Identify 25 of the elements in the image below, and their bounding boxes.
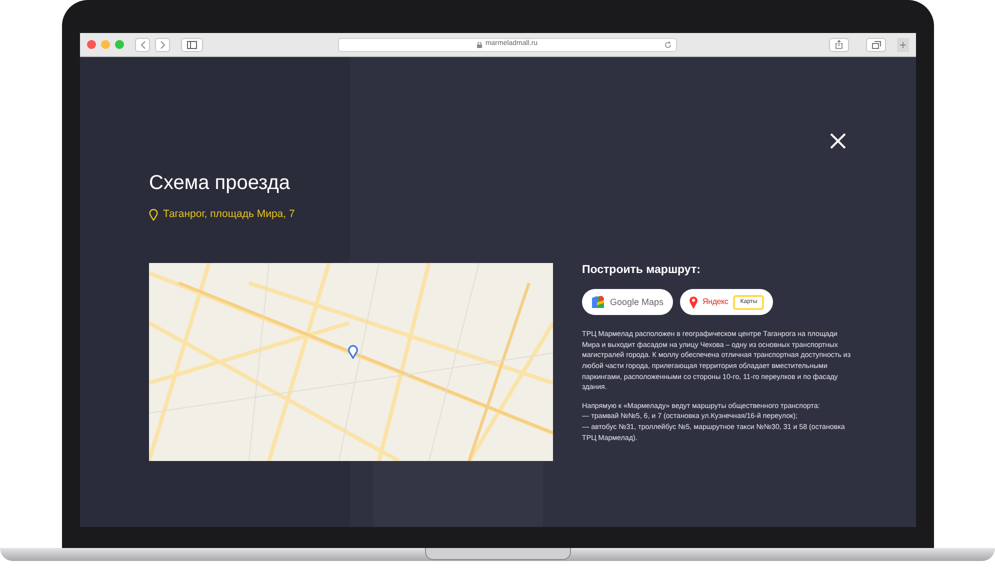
modal-title: Схема проезда <box>149 171 292 195</box>
share-icon <box>835 40 843 49</box>
tabs-button[interactable] <box>866 38 886 52</box>
google-maps-button[interactable]: Google Maps <box>582 289 673 316</box>
map-pin-icon <box>688 296 698 309</box>
chevron-left-icon <box>140 40 146 48</box>
sidebar-icon <box>187 40 197 48</box>
tabs-icon <box>872 40 880 48</box>
map-pin-icon <box>348 344 358 359</box>
location-pin-icon <box>149 208 158 221</box>
lock-icon <box>477 42 482 48</box>
chevron-right-icon <box>160 40 166 48</box>
share-button[interactable] <box>829 38 849 52</box>
close-window-icon[interactable] <box>87 40 96 49</box>
back-button[interactable] <box>135 38 150 52</box>
reload-icon[interactable] <box>664 40 672 48</box>
sidebar-button[interactable] <box>181 38 203 52</box>
map-icon <box>591 295 605 310</box>
forward-button[interactable] <box>155 38 170 52</box>
address-text: Таганрог, площадь Мира, 7 <box>163 207 295 222</box>
plus-icon <box>900 42 906 48</box>
maximize-window-icon[interactable] <box>115 40 124 49</box>
route-heading: Построить маршрут: <box>582 263 702 278</box>
new-tab-button[interactable] <box>897 38 909 52</box>
close-button[interactable] <box>828 131 848 151</box>
